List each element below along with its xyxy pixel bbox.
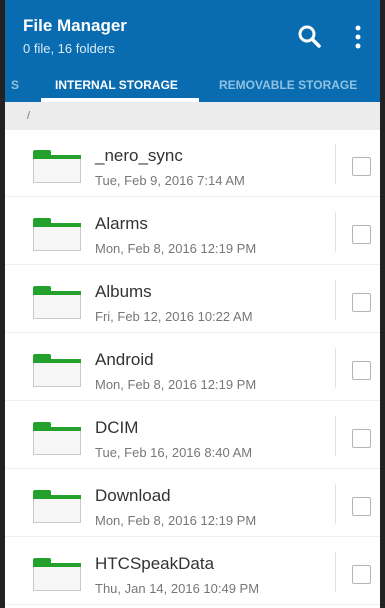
current-path: / (27, 110, 31, 122)
list-item[interactable]: DCIM Tue, Feb 16, 2016 8:40 AM (5, 402, 380, 469)
select-checkbox[interactable] (352, 225, 371, 244)
divider (335, 484, 336, 524)
more-vert-icon (355, 25, 361, 49)
folder-count: 0 file, 16 folders (23, 41, 115, 56)
select-checkbox[interactable] (352, 429, 371, 448)
folder-icon (33, 558, 81, 591)
search-button[interactable] (295, 22, 325, 52)
folder-name: Download (95, 486, 171, 505)
list-item[interactable]: Android Mon, Feb 8, 2016 12:19 PM (5, 334, 380, 401)
app-title: File Manager (23, 16, 127, 35)
folder-date: Mon, Feb 8, 2016 12:19 PM (95, 241, 257, 256)
folder-name: Albums (95, 282, 152, 301)
list-item[interactable]: HTCSpeakData Thu, Jan 14, 2016 10:49 PM (5, 538, 380, 605)
folder-date: Tue, Feb 9, 2016 7:14 AM (95, 173, 245, 188)
folder-icon (33, 490, 81, 523)
tab-internal-storage[interactable]: INTERNAL STORAGE (55, 78, 178, 92)
folder-date: Thu, Jan 14, 2016 10:49 PM (95, 581, 260, 596)
divider (335, 280, 336, 320)
folder-name: DCIM (95, 418, 139, 437)
tab-bar: S INTERNAL STORAGE REMOVABLE STORAGE (5, 68, 380, 102)
tab-previous[interactable]: S (11, 78, 19, 92)
folder-icon (33, 354, 81, 387)
divider (335, 348, 336, 388)
folder-name: Alarms (95, 214, 148, 233)
phone-screen: File Manager 0 file, 16 folders S INTERN… (0, 0, 385, 608)
folder-name: _nero_sync (95, 146, 183, 165)
folder-date: Tue, Feb 16, 2016 8:40 AM (95, 445, 253, 460)
select-checkbox[interactable] (352, 293, 371, 312)
select-checkbox[interactable] (352, 565, 371, 584)
list-item[interactable]: _nero_sync Tue, Feb 9, 2016 7:14 AM (5, 130, 380, 197)
folder-icon (33, 150, 81, 183)
breadcrumb: / (5, 102, 380, 130)
tab-removable-storage[interactable]: REMOVABLE STORAGE (219, 78, 357, 92)
list-item[interactable]: Alarms Mon, Feb 8, 2016 12:19 PM (5, 198, 380, 265)
folder-date: Mon, Feb 8, 2016 12:19 PM (95, 513, 257, 528)
search-icon (298, 25, 321, 48)
select-checkbox[interactable] (352, 157, 371, 176)
app-bar: File Manager 0 file, 16 folders (5, 0, 380, 68)
list-item[interactable]: Download Mon, Feb 8, 2016 12:19 PM (5, 470, 380, 537)
divider (335, 144, 336, 184)
list-item[interactable]: Albums Fri, Feb 12, 2016 10:22 AM (5, 266, 380, 333)
divider (335, 552, 336, 592)
select-checkbox[interactable] (352, 497, 371, 516)
divider (335, 416, 336, 456)
folder-icon (33, 422, 81, 455)
select-checkbox[interactable] (352, 361, 371, 380)
folder-date: Fri, Feb 12, 2016 10:22 AM (95, 309, 253, 324)
folder-date: Mon, Feb 8, 2016 12:19 PM (95, 377, 257, 392)
more-options-button[interactable] (348, 22, 368, 52)
folder-name: HTCSpeakData (95, 554, 215, 573)
divider (335, 212, 336, 252)
folder-icon (33, 286, 81, 319)
folder-icon (33, 218, 81, 251)
folder-name: Android (95, 350, 154, 369)
